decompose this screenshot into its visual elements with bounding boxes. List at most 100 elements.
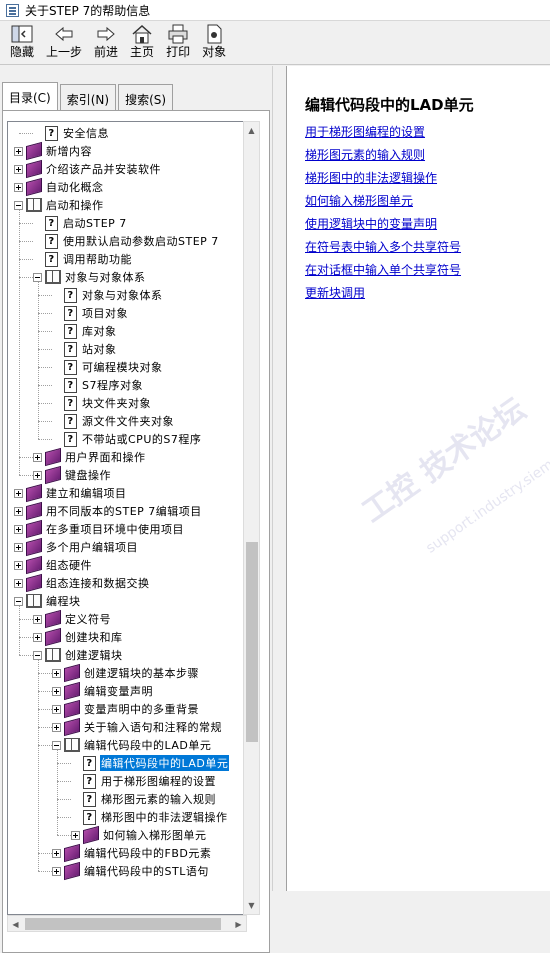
tree-book-item[interactable]: 组态连接和数据交换 (14, 573, 151, 593)
tree-topic-item[interactable]: ? 梯形图中的非法逻辑操作 (71, 808, 229, 826)
scroll-right-arrow-icon[interactable]: ▶ (231, 916, 246, 933)
tree-book-item[interactable]: 编辑变量声明 (52, 681, 154, 701)
tree-book-item[interactable]: 变量声明中的多重背景 (52, 699, 200, 719)
hide-button[interactable]: 隐藏 (4, 21, 40, 59)
expand-plus-icon[interactable] (33, 452, 42, 462)
expand-plus-icon[interactable] (14, 542, 23, 552)
tree-guide-line (19, 210, 20, 475)
topic-link[interactable]: 用于梯形图编程的设置 (305, 123, 461, 146)
tree-topic-item[interactable]: ? 库对象 (52, 322, 118, 340)
topic-link[interactable]: 使用逻辑块中的变量声明 (305, 215, 461, 238)
scroll-down-arrow-icon[interactable]: ▼ (244, 897, 259, 914)
tab-index[interactable]: 索引(N) (59, 84, 117, 110)
forward-button[interactable]: 前进 (88, 21, 124, 59)
tree-topic-item[interactable]: ? 对象与对象体系 (52, 286, 164, 304)
expand-plus-icon[interactable] (52, 668, 61, 678)
topic-link[interactable]: 梯形图中的非法逻辑操作 (305, 169, 461, 192)
tree-topic-item[interactable]: ? 站对象 (52, 340, 118, 358)
tree-connector (19, 655, 33, 656)
collapse-minus-icon[interactable] (14, 200, 23, 210)
tree-book-item[interactable]: 创建逻辑块的基本步骤 (52, 663, 200, 683)
expand-plus-icon[interactable] (52, 848, 61, 858)
topic-link[interactable]: 梯形图元素的输入规则 (305, 146, 461, 169)
expand-plus-icon[interactable] (52, 704, 61, 714)
expand-plus-icon[interactable] (33, 632, 42, 642)
tree-book-item[interactable]: 如何输入梯形图单元 (71, 825, 208, 845)
tree-book-item[interactable]: 编辑代码段中的STL语句 (52, 861, 210, 881)
tree-book-item[interactable]: 用不同版本的STEP 7编辑项目 (14, 501, 203, 521)
object-button[interactable]: 对象 (196, 21, 232, 59)
tree-book-item[interactable]: 启动和操作 (14, 196, 105, 214)
pane-splitter[interactable] (272, 66, 286, 891)
tree-topic-item[interactable]: ? 不带站或CPU的S7程序 (52, 430, 202, 448)
expand-plus-icon[interactable] (14, 578, 23, 588)
tree-topic-item[interactable]: ? 梯形图元素的输入规则 (71, 790, 217, 808)
back-button[interactable]: 上一步 (40, 21, 88, 59)
tree-book-item[interactable]: 多个用户编辑项目 (14, 537, 139, 557)
expand-plus-icon[interactable] (14, 164, 23, 174)
topic-link[interactable]: 如何输入梯形图单元 (305, 192, 461, 215)
expand-plus-icon[interactable] (14, 506, 23, 516)
expand-plus-icon[interactable] (14, 560, 23, 570)
tree-book-item[interactable]: 编程块 (14, 592, 82, 610)
collapse-minus-icon[interactable] (33, 650, 42, 660)
tree-topic-item[interactable]: ? 编辑代码段中的LAD单元 (71, 754, 231, 772)
collapse-minus-icon[interactable] (33, 272, 42, 282)
contents-tree[interactable]: ? 安全信息 新增内容 介绍该产品并安装软件 自动化概念 启动和操作? 启动STEP 7? 使… (7, 121, 247, 915)
tab-search[interactable]: 搜索(S) (118, 84, 174, 110)
tree-topic-item[interactable]: ? 源文件文件夹对象 (52, 412, 175, 430)
tree-topic-item[interactable]: ? 启动STEP 7 (33, 214, 128, 232)
tree-vertical-scrollbar[interactable]: ▲ ▼ (243, 121, 260, 915)
expand-plus-icon[interactable] (33, 614, 42, 624)
tree-topic-item[interactable]: ? 可编程模块对象 (52, 358, 164, 376)
tree-book-item[interactable]: 键盘操作 (33, 465, 112, 485)
tree-book-item[interactable]: 组态硬件 (14, 555, 93, 575)
collapse-minus-icon[interactable] (52, 740, 61, 750)
window-title: 关于STEP 7的帮助信息 (25, 3, 151, 18)
tree-connector (19, 241, 33, 242)
expand-plus-icon[interactable] (52, 866, 61, 876)
expand-plus-icon[interactable] (14, 524, 23, 534)
tree-guide-line (57, 750, 58, 835)
tree-topic-item[interactable]: ? 使用默认启动参数启动STEP 7 (33, 232, 220, 250)
expand-plus-icon[interactable] (52, 722, 61, 732)
tree-book-item[interactable]: 自动化概念 (14, 177, 105, 197)
tree-book-item[interactable]: 在多重项目环境中使用项目 (14, 519, 185, 539)
expand-plus-icon[interactable] (14, 488, 23, 498)
tree-book-item[interactable]: 建立和编辑项目 (14, 483, 128, 503)
tree-topic-item[interactable]: ? 安全信息 (33, 124, 110, 142)
tree-topic-item[interactable]: ? 调用帮助功能 (33, 250, 133, 268)
tree-topic-item[interactable]: ? 块文件夹对象 (52, 394, 152, 412)
scroll-up-arrow-icon[interactable]: ▲ (244, 122, 259, 139)
tree-book-item[interactable]: 关于输入语句和注释的常规 (52, 717, 223, 737)
topic-link[interactable]: 在对话框中输入单个共享符号 (305, 261, 461, 284)
collapse-minus-icon[interactable] (14, 596, 23, 606)
tree-topic-item[interactable]: ? 项目对象 (52, 304, 129, 322)
expand-plus-icon[interactable] (33, 470, 42, 480)
tree-book-item[interactable]: 新增内容 (14, 141, 93, 161)
tree-book-item[interactable]: 定义符号 (33, 609, 112, 629)
expand-plus-icon[interactable] (14, 146, 23, 156)
expand-plus-icon[interactable] (52, 686, 61, 696)
tree-topic-item[interactable]: ? S7程序对象 (52, 376, 144, 394)
expand-plus-icon[interactable] (71, 830, 80, 840)
scroll-left-arrow-icon[interactable]: ◀ (8, 916, 23, 933)
expand-plus-icon[interactable] (14, 182, 23, 192)
topic-link[interactable]: 在符号表中输入多个共享符号 (305, 238, 461, 261)
tree-book-item[interactable]: 介绍该产品并安装软件 (14, 159, 162, 179)
tree-book-item[interactable]: 创建块和库 (33, 627, 124, 647)
tree-book-item[interactable]: 创建逻辑块 (33, 646, 124, 664)
tree-book-item[interactable]: 对象与对象体系 (33, 268, 147, 286)
home-button[interactable]: 主页 (124, 21, 160, 59)
h-scroll-thumb[interactable] (25, 918, 221, 930)
tree-book-item[interactable]: 用户界面和操作 (33, 447, 147, 467)
scroll-thumb[interactable] (246, 542, 258, 742)
tree-connector (57, 799, 71, 800)
tree-book-item[interactable]: 编辑代码段中的LAD单元 (52, 736, 212, 754)
tree-book-item[interactable]: 编辑代码段中的FBD元素 (52, 843, 212, 863)
topic-link[interactable]: 更新块调用 (305, 284, 461, 307)
print-button[interactable]: 打印 (160, 21, 196, 59)
tree-horizontal-scrollbar[interactable]: ◀ ▶ (7, 915, 247, 932)
tree-topic-item[interactable]: ? 用于梯形图编程的设置 (71, 772, 217, 790)
tab-contents[interactable]: 目录(C) (2, 82, 58, 110)
